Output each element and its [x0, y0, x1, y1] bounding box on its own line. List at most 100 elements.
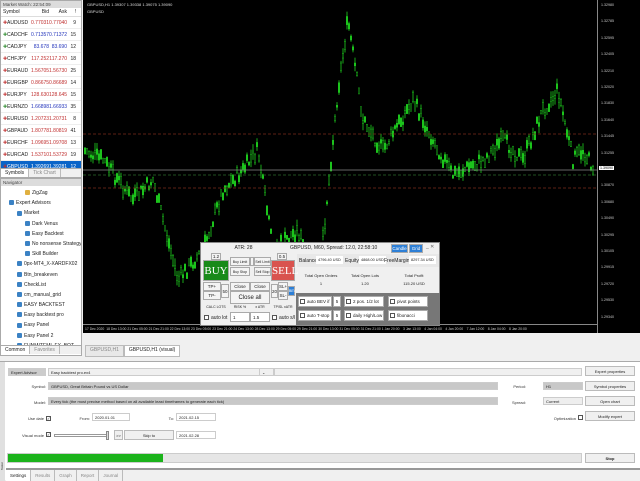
- bev-button[interactable]: BEV: [288, 286, 296, 296]
- navigator-item[interactable]: ZigZag: [1, 188, 81, 198]
- skip-to-button[interactable]: Skip to: [124, 430, 174, 440]
- market-watch-row[interactable]: ✚EURNZD 1.66898 1.66933 35: [1, 101, 81, 113]
- navigator-item[interactable]: Skill Builder: [1, 249, 81, 259]
- skip-date-input[interactable]: 2021.02.28: [176, 431, 216, 439]
- spread-select[interactable]: Current: [543, 397, 583, 405]
- market-watch-row[interactable]: ✚EURCHF 1.09695 1.09708 13: [1, 137, 81, 149]
- market-watch-row[interactable]: ✚EURUSD 1.20723 1.20731 8: [1, 113, 81, 125]
- close-first-button[interactable]: Close first: [230, 282, 250, 297]
- fib-option[interactable]: fibonacci: [388, 310, 428, 321]
- sl-plus-button[interactable]: SL+: [278, 282, 288, 291]
- tab-chart-h1[interactable]: GBPUSD,H1: [85, 345, 124, 357]
- navigator-item[interactable]: Market: [1, 208, 81, 218]
- navigator-item[interactable]: 0px-MT4_X-XARDFX02: [1, 259, 81, 269]
- market-watch-row[interactable]: ✚GBPAUD 1.80778 1.80819 41: [1, 125, 81, 137]
- speed-slider-thumb[interactable]: [106, 431, 109, 440]
- tab-settings[interactable]: Settings: [6, 470, 32, 481]
- use-date-checkbox[interactable]: ✓: [46, 416, 51, 421]
- to-date-input[interactable]: 2021.02.15: [176, 413, 216, 421]
- market-watch-row[interactable]: ✚CADCHF 0.71357 0.71372 15: [1, 29, 81, 41]
- tab-symbols[interactable]: Symbols: [1, 169, 30, 177]
- navigator-item[interactable]: Easy Backtest: [1, 229, 81, 239]
- model-select[interactable]: Every tick (the most precise method base…: [48, 397, 498, 405]
- two-pos-checkbox[interactable]: [346, 299, 351, 304]
- navigator-item[interactable]: Dark Venus: [1, 219, 81, 229]
- speed-slider[interactable]: [54, 434, 109, 437]
- period-select[interactable]: H1: [543, 382, 583, 390]
- auto-lot-checkbox[interactable]: [204, 315, 209, 320]
- symbol-properties-button[interactable]: Symbol properties: [585, 381, 635, 391]
- expert-properties-button[interactable]: Expert properties: [585, 366, 635, 376]
- xatr-input[interactable]: 1.5: [250, 312, 270, 322]
- auto-bev-input[interactable]: 5: [333, 296, 341, 307]
- tab-journal[interactable]: Journal: [99, 470, 124, 481]
- buy-limit-button[interactable]: Buy Limit: [230, 257, 250, 266]
- visual-mode-checkbox[interactable]: ✓: [46, 432, 51, 437]
- col-bid[interactable]: Bid: [31, 8, 49, 16]
- navigator-item[interactable]: Btn_breakeven: [1, 270, 81, 280]
- from-date-input[interactable]: 2020.01.01: [92, 413, 130, 421]
- tab-tick-chart[interactable]: Tick Chart: [29, 169, 61, 177]
- market-watch-row[interactable]: ✚EURCAD 1.53710 1.53729 19: [1, 149, 81, 161]
- navigator-item[interactable]: CheckList: [1, 280, 81, 290]
- col-symbol[interactable]: Symbol: [1, 8, 31, 16]
- buy-stop-button[interactable]: Buy Stop: [230, 267, 250, 276]
- auto-tstop-checkbox[interactable]: [300, 313, 305, 318]
- minimize-icon[interactable]: _ ✕: [426, 244, 434, 250]
- navigator-item[interactable]: Expert Advisors: [1, 198, 81, 208]
- pivot-option[interactable]: pivot points: [388, 296, 428, 307]
- auto-tstop-option[interactable]: auto T-stop: [298, 310, 332, 321]
- open-chart-button[interactable]: Open chart: [585, 396, 635, 406]
- modify-expert-button[interactable]: Modify expert: [585, 411, 635, 421]
- symbol-select[interactable]: GBPUSD, Great Britain Pound vs US Dollar: [48, 382, 498, 390]
- market-watch-row[interactable]: ✚EURJPY 128.630 128.645 15: [1, 89, 81, 101]
- close-all-button[interactable]: Close all: [230, 291, 270, 304]
- risk-input[interactable]: 1: [230, 312, 250, 322]
- auto-sl-checkbox[interactable]: [272, 315, 277, 320]
- close-last-button[interactable]: Close last: [250, 282, 270, 297]
- optimization-checkbox[interactable]: [578, 415, 583, 420]
- two-pos-option[interactable]: 2 pos. 1/2 lot: [344, 296, 384, 307]
- ea-dropdown[interactable]: ⌄: [260, 368, 274, 376]
- tab-results[interactable]: Results: [31, 470, 56, 481]
- tab-common[interactable]: Common: [1, 346, 31, 354]
- sl-value[interactable]: 20: [271, 284, 278, 298]
- tab-graph[interactable]: Graph: [55, 470, 77, 481]
- candle-button[interactable]: Candle: [391, 244, 408, 253]
- navigator-item[interactable]: No nonsense Strategy Te: [1, 239, 81, 249]
- ea-select-ext[interactable]: [274, 368, 582, 376]
- grid-button[interactable]: Grid: [409, 244, 423, 253]
- market-watch-row[interactable]: ✚EURAUD 1.56705 1.56730 25: [1, 65, 81, 77]
- navigator-item[interactable]: cm_manual_grid: [1, 290, 81, 300]
- sell-limit-button[interactable]: Sell Limit: [254, 257, 271, 266]
- market-watch-row[interactable]: ✚CHFJPY 117.252 117.270 18: [1, 53, 81, 65]
- sell-stop-button[interactable]: Sell Stop: [254, 267, 271, 276]
- tab-report[interactable]: Report: [77, 470, 100, 481]
- auto-bev-option[interactable]: auto BEV if: [298, 296, 332, 307]
- market-watch-row[interactable]: ✚AUDUSD 0.77031 0.77040 9: [1, 17, 81, 29]
- auto-bev-checkbox[interactable]: [300, 299, 305, 304]
- tab-chart-h1-visual[interactable]: GBPUSD,H1 (visual): [123, 345, 181, 357]
- market-watch-row[interactable]: ✚EURGBP 0.86675 0.86689 14: [1, 77, 81, 89]
- tab-favorites[interactable]: Favorites: [30, 346, 60, 354]
- buy-button[interactable]: BUY: [203, 260, 229, 281]
- navigator-item[interactable]: EASY BACKTEST: [1, 300, 81, 310]
- tp-plus-button[interactable]: TP+: [203, 282, 221, 291]
- tp-value[interactable]: 50: [221, 284, 229, 298]
- sell-lot-field[interactable]: 0.5: [277, 253, 287, 260]
- col-spread[interactable]: !: [67, 8, 76, 16]
- sell-button[interactable]: SELL: [271, 260, 298, 281]
- auto-tstop-input[interactable]: 5: [333, 310, 341, 321]
- navigator-item[interactable]: Easy Panel 2: [1, 331, 81, 341]
- daily-hl-checkbox[interactable]: [346, 313, 351, 318]
- market-watch-row[interactable]: ✚CADJPY 83.678 83.690 12: [1, 41, 81, 53]
- stop-button[interactable]: Stop: [585, 453, 635, 463]
- navigator-item[interactable]: Easy Panel: [1, 320, 81, 330]
- navigator-item[interactable]: Easy backtest pro: [1, 310, 81, 320]
- fib-checkbox[interactable]: [390, 313, 395, 318]
- daily-hl-option[interactable]: daily High/Low: [344, 310, 384, 321]
- sl-minus-button[interactable]: SL-: [278, 291, 288, 300]
- col-ask[interactable]: Ask: [49, 8, 67, 16]
- ea-select[interactable]: Easy backtest pro.ex4: [48, 368, 260, 376]
- fast-forward-button[interactable]: >>: [114, 430, 123, 440]
